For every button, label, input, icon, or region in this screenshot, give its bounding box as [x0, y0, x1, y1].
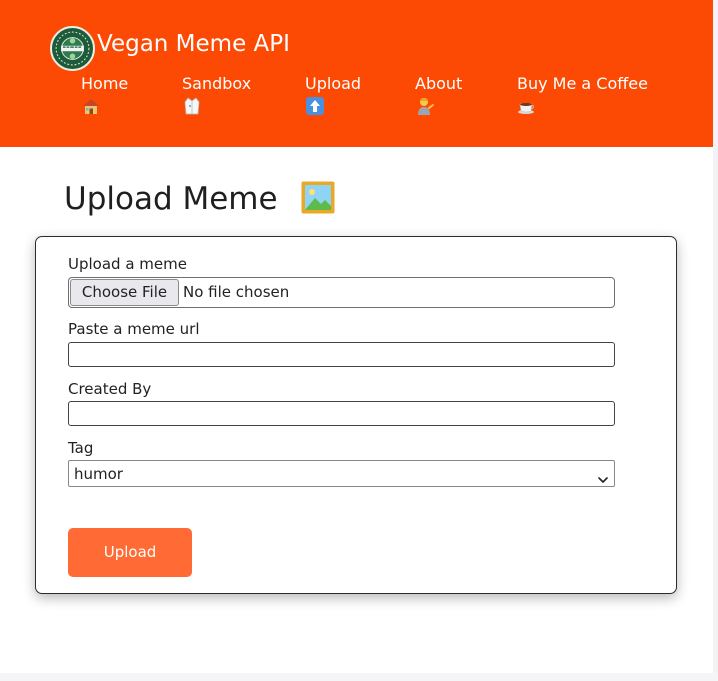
meme-url-input[interactable]: [68, 342, 615, 367]
vegan-seal-logo[interactable]: [50, 26, 95, 71]
nav-upload[interactable]: Upload: [305, 74, 361, 116]
nav-home[interactable]: Home: [81, 74, 128, 116]
file-input[interactable]: Choose File No file chosen: [68, 277, 615, 308]
tag-selected-value: humor: [74, 465, 123, 483]
meme-url-label: Paste a meme url: [68, 320, 200, 338]
tag-label: Tag: [68, 439, 94, 457]
page-title: Upload Meme: [64, 181, 278, 217]
person-tipping-hand-icon: [415, 96, 435, 116]
up-arrow-icon: [305, 96, 325, 116]
nav-buy-me-a-coffee[interactable]: Buy Me a Coffee: [517, 74, 648, 116]
page-footer-edge: [0, 673, 718, 681]
scrollbar-track: [713, 0, 718, 681]
nav-coffee-label: Buy Me a Coffee: [517, 74, 648, 93]
nav-about[interactable]: About: [415, 74, 462, 116]
tag-select[interactable]: humor: [68, 460, 615, 487]
coffee-icon: [517, 96, 537, 116]
created-by-input[interactable]: [68, 401, 615, 426]
upload-meme-label: Upload a meme: [68, 255, 187, 273]
file-status-text: No file chosen: [183, 283, 290, 301]
nav-upload-label: Upload: [305, 74, 362, 93]
nav-sandbox-label: Sandbox: [182, 74, 252, 93]
brand-title[interactable]: Vegan Meme API: [97, 31, 290, 57]
seal-icon: [53, 29, 92, 68]
lab-coat-icon: [182, 96, 202, 116]
nav-about-label: About: [415, 74, 463, 93]
chevron-down-icon: [598, 469, 608, 483]
nav-sandbox[interactable]: Sandbox: [182, 74, 251, 116]
upload-button[interactable]: Upload: [68, 528, 192, 577]
created-by-label: Created By: [68, 380, 152, 398]
house-icon: [81, 96, 101, 116]
framed-picture-icon: [301, 181, 335, 214]
nav-home-label: Home: [81, 74, 129, 93]
choose-file-button[interactable]: Choose File: [70, 279, 179, 306]
